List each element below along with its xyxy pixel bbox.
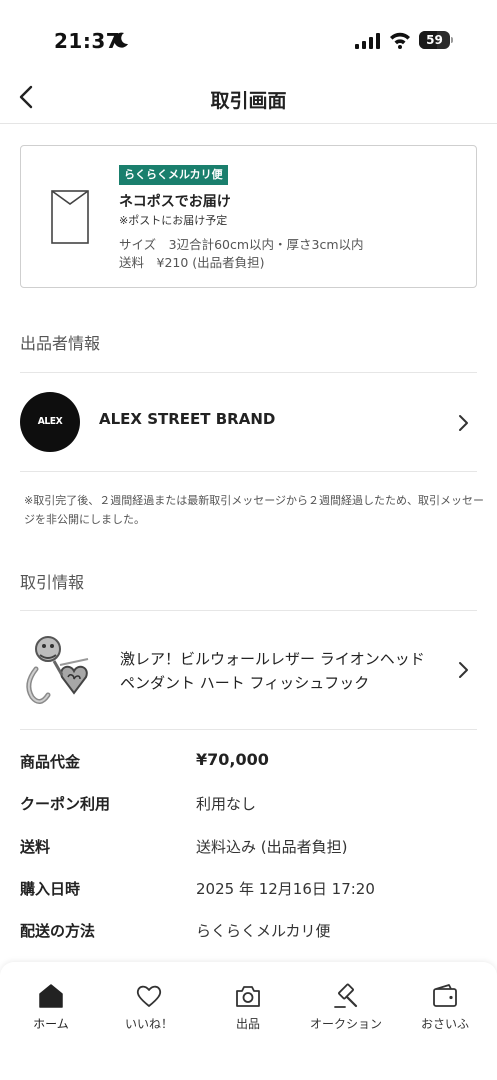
heart-icon <box>136 985 162 1007</box>
tab-label: いいね！ <box>124 1017 173 1031</box>
tab-label: オークション <box>309 1017 382 1031</box>
info-value-delivery-method: らくらくメルカリ便 <box>196 922 331 940</box>
info-label-delivery-method: 配送の方法 <box>20 922 96 940</box>
info-label-price: 商品代金 <box>20 753 81 771</box>
seller-name: ALEX STREET BRAND <box>99 410 276 428</box>
tab-label: おさいふ <box>420 1017 469 1031</box>
status-bar: 21:37 59 <box>0 0 497 80</box>
envelope-icon <box>51 190 89 244</box>
divider <box>20 471 477 472</box>
info-label-shipping-fee: 送料 <box>20 838 51 856</box>
battery-indicator: 59 <box>419 31 453 49</box>
bottom-tab-bar: ホーム いいね！ 出品 オークション おさいふ <box>0 962 497 1080</box>
camera-icon <box>236 986 260 1007</box>
shipping-size: サイズ 3辺合計60cm以内・厚さ3cm以内 <box>119 237 364 252</box>
avatar-logo-text: ALEX STREET <box>31 416 69 487</box>
seller-section-heading: 出品者情報 <box>20 334 101 353</box>
divider <box>20 729 477 730</box>
page-title: 取引画面 <box>210 90 287 112</box>
tab-auction[interactable]: オークション <box>301 982 391 1042</box>
tab-sell[interactable]: 出品 <box>203 982 293 1042</box>
info-value-purchase-date: 2025 年 12月16日 17:20 <box>196 880 375 898</box>
info-value-shipping-fee: 送料込み (出品者負担) <box>196 838 348 856</box>
info-label-purchase-date: 購入日時 <box>20 880 81 898</box>
nav-header: 取引画面 <box>0 72 497 124</box>
info-value-coupon: 利用なし <box>196 795 257 813</box>
wifi-icon <box>390 32 410 49</box>
tab-label: ホーム <box>33 1017 69 1031</box>
shipping-service-badge: らくらくメルカリ便 <box>119 165 228 185</box>
info-value-price: ¥70,000 <box>196 750 269 769</box>
shipping-note: ※ポストにお届け予定 <box>119 214 228 227</box>
signal-icon <box>355 33 380 49</box>
shipping-fee: 送料 ¥210 (出品者負担) <box>119 255 265 270</box>
home-icon <box>39 984 63 1008</box>
gavel-icon <box>334 983 358 1008</box>
shipping-card: らくらくメルカリ便 ネコポスでお届け ※ポストにお届け予定 サイズ 3辺合計60… <box>20 145 477 288</box>
avatar: ALEX STREET <box>20 392 80 487</box>
chevron-right-icon <box>459 415 468 431</box>
battery-percent: 59 <box>426 33 443 47</box>
chevron-right-icon <box>459 662 468 678</box>
tab-home[interactable]: ホーム <box>6 982 96 1042</box>
transaction-section-heading: 取引情報 <box>20 573 85 592</box>
tab-wallet[interactable]: おさいふ <box>400 982 490 1042</box>
product-image <box>26 636 89 704</box>
seller-row[interactable]: ALEX STREET ALEX STREET BRAND <box>0 373 497 487</box>
message-notice: ※取引完了後、２週間経過または最新取引メッセージから２週間経過したため、取引メッ… <box>24 494 484 526</box>
product-row[interactable]: 激レア！ビルウォールレザー ライオンヘッド ペンダント ハート フィッシュフック <box>0 611 497 729</box>
tab-likes[interactable]: いいね！ <box>104 982 194 1042</box>
wallet-icon <box>433 984 457 1007</box>
status-time: 21:37 <box>54 29 121 53</box>
shipping-method: ネコポスでお届け <box>119 194 231 210</box>
info-label-coupon: クーポン利用 <box>20 795 111 813</box>
moon-icon <box>114 32 128 48</box>
tab-label: 出品 <box>235 1017 260 1031</box>
product-title: 激レア！ビルウォールレザー ライオンヘッド ペンダント ハート フィッシュフック <box>120 650 425 692</box>
